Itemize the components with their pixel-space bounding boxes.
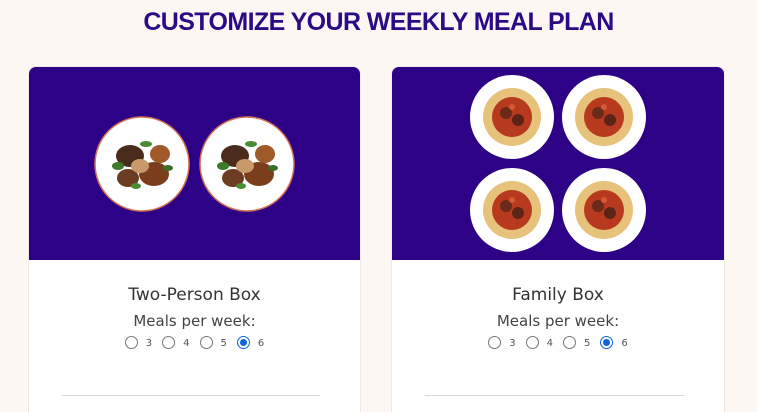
meals-per-week-options: 3 4 5 6 [29, 335, 360, 349]
meals-option-3[interactable]: 3 [124, 335, 152, 349]
meals-option-6[interactable]: 6 [236, 335, 264, 349]
page-title: CUSTOMIZE YOUR WEEKLY MEAL PLAN [143, 8, 614, 36]
meals-option-3[interactable]: 3 [488, 335, 516, 349]
radio-button-selected[interactable] [236, 335, 250, 349]
meals-per-week-label: Meals per week: [133, 312, 256, 330]
meals-option-5[interactable]: 5 [563, 335, 590, 349]
meals-option-6[interactable]: 6 [600, 335, 628, 349]
radio-button[interactable] [124, 335, 138, 349]
radio-button[interactable] [488, 335, 502, 349]
plan-card-two-person[interactable]: Two-Person Box Meals per week: 3 4 5 6 [29, 67, 360, 412]
meals-per-week-options: 3 4 5 6 [392, 335, 724, 349]
radio-button[interactable] [199, 335, 213, 349]
meals-option-4[interactable]: 4 [525, 335, 553, 349]
radio-button[interactable] [563, 335, 576, 349]
radio-button[interactable] [162, 335, 176, 349]
plan-title: Two-Person Box [128, 285, 261, 305]
plan-title: Family Box [512, 285, 604, 305]
divider [425, 395, 684, 396]
radio-button[interactable] [525, 335, 539, 349]
meals-option-5[interactable]: 5 [199, 335, 227, 349]
family-box-image [392, 67, 724, 260]
meals-option-4[interactable]: 4 [162, 335, 190, 349]
radio-button-selected[interactable] [600, 335, 614, 349]
two-person-box-image [29, 67, 360, 260]
divider [62, 395, 320, 396]
meals-per-week-label: Meals per week: [496, 312, 620, 330]
plan-card-family[interactable]: Family Box Meals per week: 3 4 5 6 [392, 67, 724, 412]
